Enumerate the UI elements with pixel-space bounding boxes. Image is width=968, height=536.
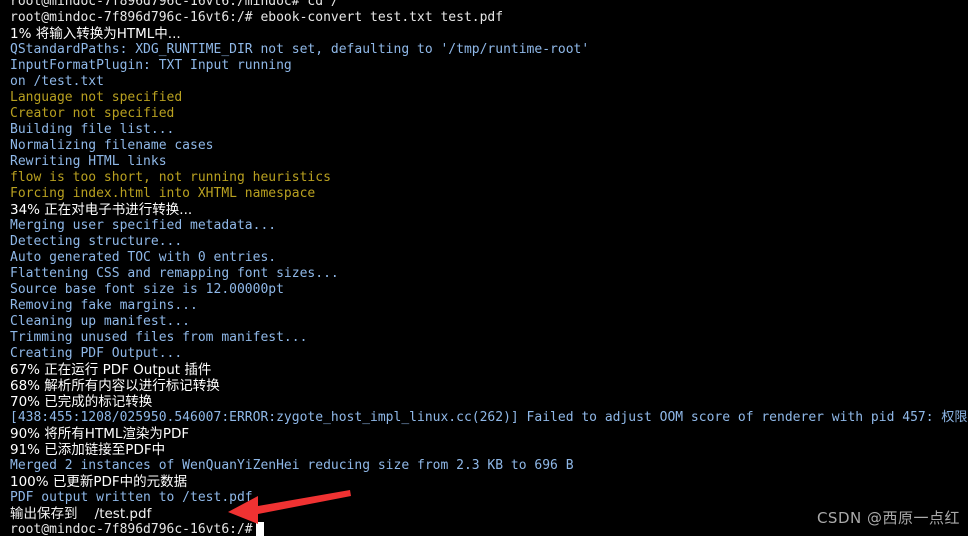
terminal-line: on /test.txt bbox=[0, 74, 968, 90]
terminal-window[interactable]: root@mindoc-7f896d796c-16vt6:/mindoc# cd… bbox=[0, 0, 968, 536]
terminal-line-text: root@mindoc-7f896d796c-16vt6:/# ebook-co… bbox=[10, 10, 504, 25]
terminal-cursor bbox=[255, 522, 264, 536]
terminal-line: root@mindoc-7f896d796c-16vt6:/# ebook-co… bbox=[0, 10, 968, 26]
terminal-line: Creating PDF Output... bbox=[0, 346, 968, 362]
terminal-line-text: Rewriting HTML links bbox=[10, 154, 167, 169]
terminal-line-text: Language not specified bbox=[10, 90, 183, 105]
terminal-line: Detecting structure... bbox=[0, 234, 968, 250]
terminal-line-text: Flattening CSS and remapping font sizes.… bbox=[10, 266, 339, 281]
terminal-line-text: 100% 已更新PDF中的元数据 bbox=[10, 474, 188, 490]
terminal-line-text: root@mindoc-7f896d796c-16vt6:/mindoc# cd… bbox=[10, 0, 339, 9]
terminal-line-text: Cleaning up manifest... bbox=[10, 314, 191, 329]
terminal-line-text: Creator not specified bbox=[10, 106, 175, 121]
terminal-line: InputFormatPlugin: TXT Input running bbox=[0, 58, 968, 74]
terminal-line: Merging user specified metadata... bbox=[0, 218, 968, 234]
terminal-line-text: Merging user specified metadata... bbox=[10, 218, 277, 233]
terminal-line-text: root@mindoc-7f896d796c-16vt6:/# bbox=[10, 522, 253, 536]
terminal-line: Cleaning up manifest... bbox=[0, 314, 968, 330]
terminal-line-text: 34% 正在对电子书进行转换... bbox=[10, 202, 193, 218]
terminal-line-text: Normalizing filename cases bbox=[10, 138, 214, 153]
terminal-line: Normalizing filename cases bbox=[0, 138, 968, 154]
terminal-line: QStandardPaths: XDG_RUNTIME_DIR not set,… bbox=[0, 42, 968, 58]
terminal-line: flow is too short, not running heuristic… bbox=[0, 170, 968, 186]
terminal-line-text: Merged 2 instances of WenQuanYiZenHei re… bbox=[10, 458, 574, 473]
terminal-line: [438:455:1208/025950.546007:ERROR:zygote… bbox=[0, 410, 968, 426]
terminal-line: Rewriting HTML links bbox=[0, 154, 968, 170]
terminal-line: root@mindoc-7f896d796c-16vt6:/mindoc# cd… bbox=[0, 0, 968, 10]
terminal-line: PDF output written to /test.pdf bbox=[0, 490, 968, 506]
terminal-line-text: Building file list... bbox=[10, 122, 175, 137]
terminal-line-text: PDF output written to /test.pdf bbox=[10, 490, 253, 505]
terminal-line-text: QStandardPaths: XDG_RUNTIME_DIR not set,… bbox=[10, 42, 590, 57]
terminal-line-text: 90% 将所有HTML渲染为PDF bbox=[10, 426, 190, 442]
terminal-line: 68% 解析所有内容以进行标记转换 bbox=[0, 378, 968, 394]
terminal-line: 34% 正在对电子书进行转换... bbox=[0, 202, 968, 218]
terminal-line: Merged 2 instances of WenQuanYiZenHei re… bbox=[0, 458, 968, 474]
terminal-line: 100% 已更新PDF中的元数据 bbox=[0, 474, 968, 490]
terminal-line: Forcing index.html into XHTML namespace bbox=[0, 186, 968, 202]
terminal-line-text: Detecting structure... bbox=[10, 234, 183, 249]
terminal-line: 91% 已添加链接至PDF中 bbox=[0, 442, 968, 458]
terminal-line: 67% 正在运行 PDF Output 插件 bbox=[0, 362, 968, 378]
terminal-line-text: 68% 解析所有内容以进行标记转换 bbox=[10, 378, 220, 394]
terminal-line-text: flow is too short, not running heuristic… bbox=[10, 170, 331, 185]
terminal-line-text: [438:455:1208/025950.546007:ERROR:zygote… bbox=[10, 410, 968, 425]
terminal-line-text: Forcing index.html into XHTML namespace bbox=[10, 186, 316, 201]
terminal-line-text: 输出保存到 /test.pdf bbox=[10, 506, 152, 522]
terminal-line: 90% 将所有HTML渲染为PDF bbox=[0, 426, 968, 442]
terminal-line-text: InputFormatPlugin: TXT Input running bbox=[10, 58, 292, 73]
terminal-line-text: Trimming unused files from manifest... bbox=[10, 330, 308, 345]
terminal-line-text: Source base font size is 12.00000pt bbox=[10, 282, 284, 297]
terminal-line: Source base font size is 12.00000pt bbox=[0, 282, 968, 298]
terminal-line: Auto generated TOC with 0 entries. bbox=[0, 250, 968, 266]
terminal-line-text: 67% 正在运行 PDF Output 插件 bbox=[10, 362, 212, 378]
terminal-line: 1% 将输入转换为HTML中... bbox=[0, 26, 968, 42]
terminal-line-text: 91% 已添加链接至PDF中 bbox=[10, 442, 166, 458]
terminal-line-text: 1% 将输入转换为HTML中... bbox=[10, 26, 181, 42]
terminal-line-text: Removing fake margins... bbox=[10, 298, 198, 313]
terminal-output: root@mindoc-7f896d796c-16vt6:/mindoc# cd… bbox=[0, 0, 968, 536]
terminal-line: Removing fake margins... bbox=[0, 298, 968, 314]
terminal-line: Creator not specified bbox=[0, 106, 968, 122]
terminal-line: Trimming unused files from manifest... bbox=[0, 330, 968, 346]
terminal-line-text: Creating PDF Output... bbox=[10, 346, 183, 361]
terminal-line: 70% 已完成的标记转换 bbox=[0, 394, 968, 410]
terminal-line-text: 70% 已完成的标记转换 bbox=[10, 394, 153, 410]
terminal-line: Building file list... bbox=[0, 122, 968, 138]
terminal-line: Flattening CSS and remapping font sizes.… bbox=[0, 266, 968, 282]
terminal-line-text: Auto generated TOC with 0 entries. bbox=[10, 250, 277, 265]
watermark-label: CSDN @西原一点红 bbox=[816, 509, 960, 527]
terminal-line-text: on /test.txt bbox=[10, 74, 104, 89]
terminal-line: Language not specified bbox=[0, 90, 968, 106]
